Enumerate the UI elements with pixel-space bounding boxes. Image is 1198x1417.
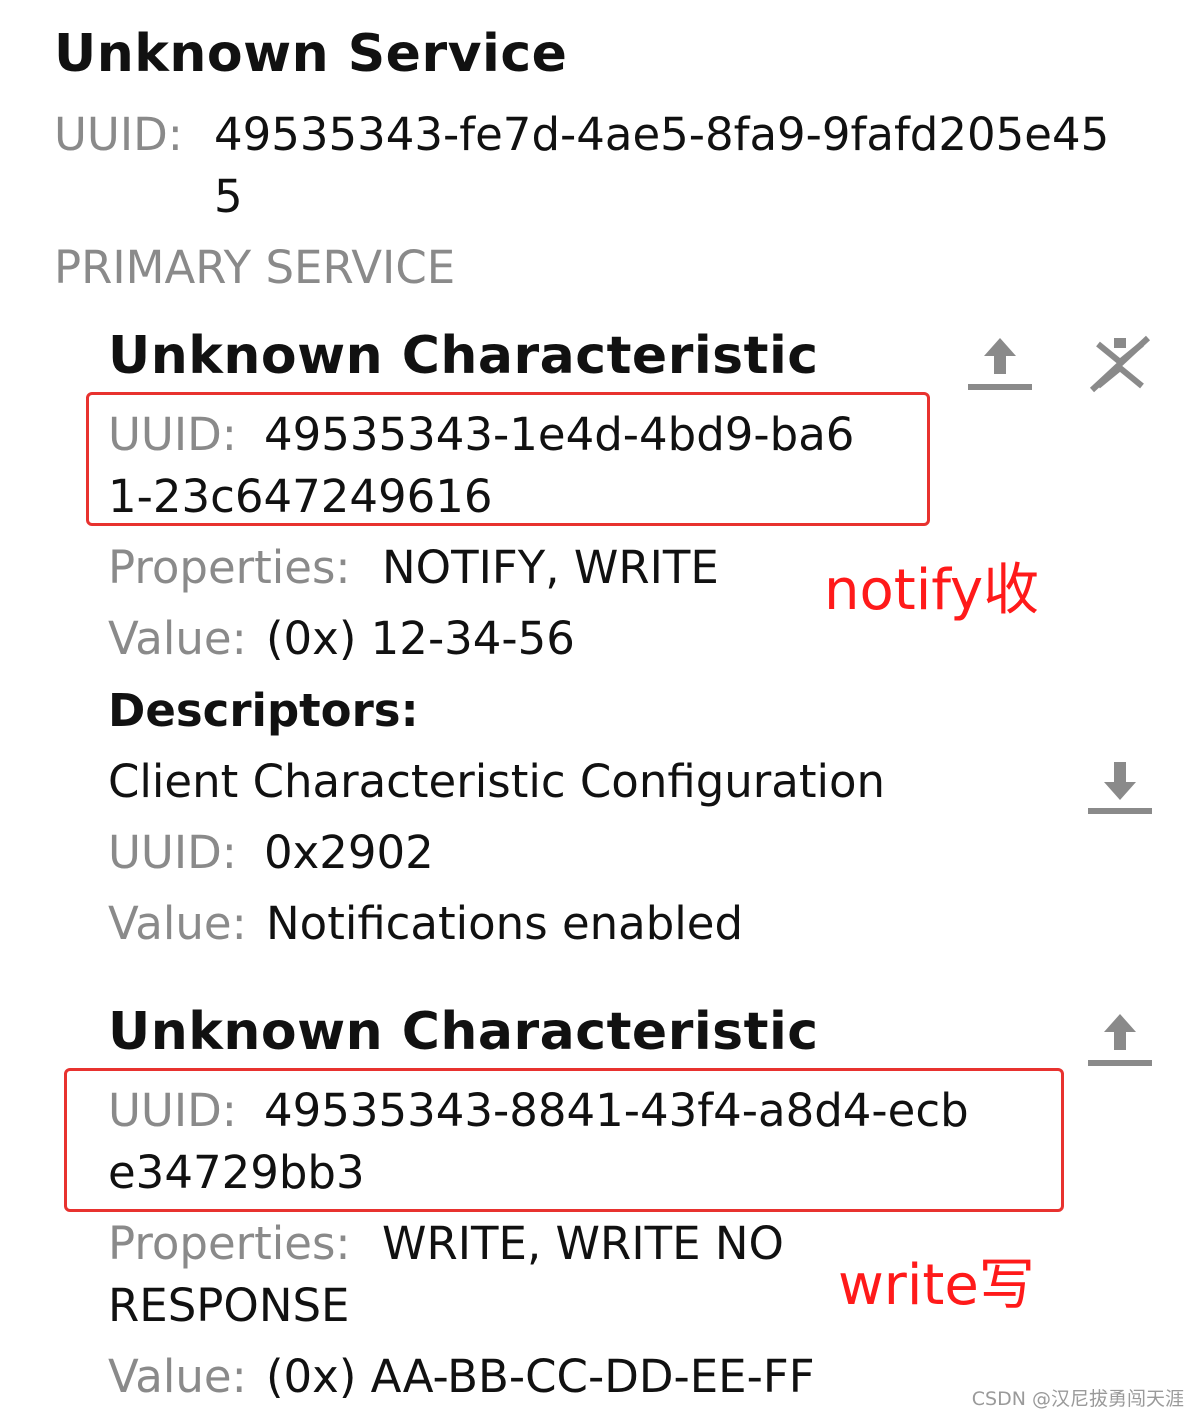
- upload-icon[interactable]: [964, 332, 1036, 396]
- characteristic-2-properties-label: Properties:: [108, 1217, 351, 1270]
- characteristic-2-uuid-label: UUID:: [108, 1084, 237, 1137]
- annotation-notify: notify收: [824, 558, 1040, 623]
- characteristic-1-value-label: Value:: [108, 612, 247, 665]
- download-icon[interactable]: [1084, 756, 1156, 820]
- descriptor-value-label: Value:: [108, 897, 247, 950]
- characteristic-2-title: Unknown Characteristic: [108, 1002, 819, 1062]
- descriptor-name: Client Characteristic Configuration: [108, 755, 886, 808]
- characteristic-2-uuid-line1: 49535343-8841-43f4-a8d4-ecb: [264, 1084, 969, 1137]
- characteristic-2-value-label: Value:: [108, 1350, 247, 1403]
- descriptor-uuid: 0x2902: [264, 826, 434, 879]
- annotation-write: write写: [838, 1253, 1035, 1318]
- characteristic-2-value: (0x) AA-BB-CC-DD-EE-FF: [266, 1350, 815, 1403]
- characteristic-2-properties-line2: RESPONSE: [108, 1279, 350, 1332]
- characteristic-1-uuid-label: UUID:: [108, 408, 237, 461]
- characteristic-2-uuid-line2: e34729bb3: [108, 1146, 365, 1199]
- characteristic-1-properties: NOTIFY, WRITE: [382, 541, 719, 594]
- service-type: PRIMARY SERVICE: [54, 241, 456, 294]
- characteristic-1-properties-label: Properties:: [108, 541, 351, 594]
- service-uuid-line1: 49535343-fe7d-4ae5-8fa9-9fafd205e45: [214, 108, 1110, 161]
- characteristic-1-title: Unknown Characteristic: [108, 326, 819, 386]
- service-title: Unknown Service: [54, 24, 568, 84]
- service-uuid-label: UUID:: [54, 108, 183, 161]
- watermark: CSDN @汉尼拔勇闯天涯: [971, 1388, 1184, 1410]
- notifications-toggle-icon[interactable]: [1084, 332, 1156, 396]
- characteristic-1-value: (0x) 12-34-56: [266, 612, 575, 665]
- characteristic-1-uuid-line2: 1-23c647249616: [108, 470, 493, 523]
- service-uuid-line2: 5: [214, 170, 243, 223]
- characteristic-2-properties-line1: WRITE, WRITE NO: [382, 1217, 784, 1270]
- characteristic-1-uuid-line1: 49535343-1e4d-4bd9-ba6: [264, 408, 855, 461]
- descriptor-value: Notifications enabled: [266, 897, 744, 950]
- upload-icon[interactable]: [1084, 1008, 1156, 1072]
- descriptors-heading: Descriptors:: [108, 684, 419, 737]
- descriptor-uuid-label: UUID:: [108, 826, 237, 879]
